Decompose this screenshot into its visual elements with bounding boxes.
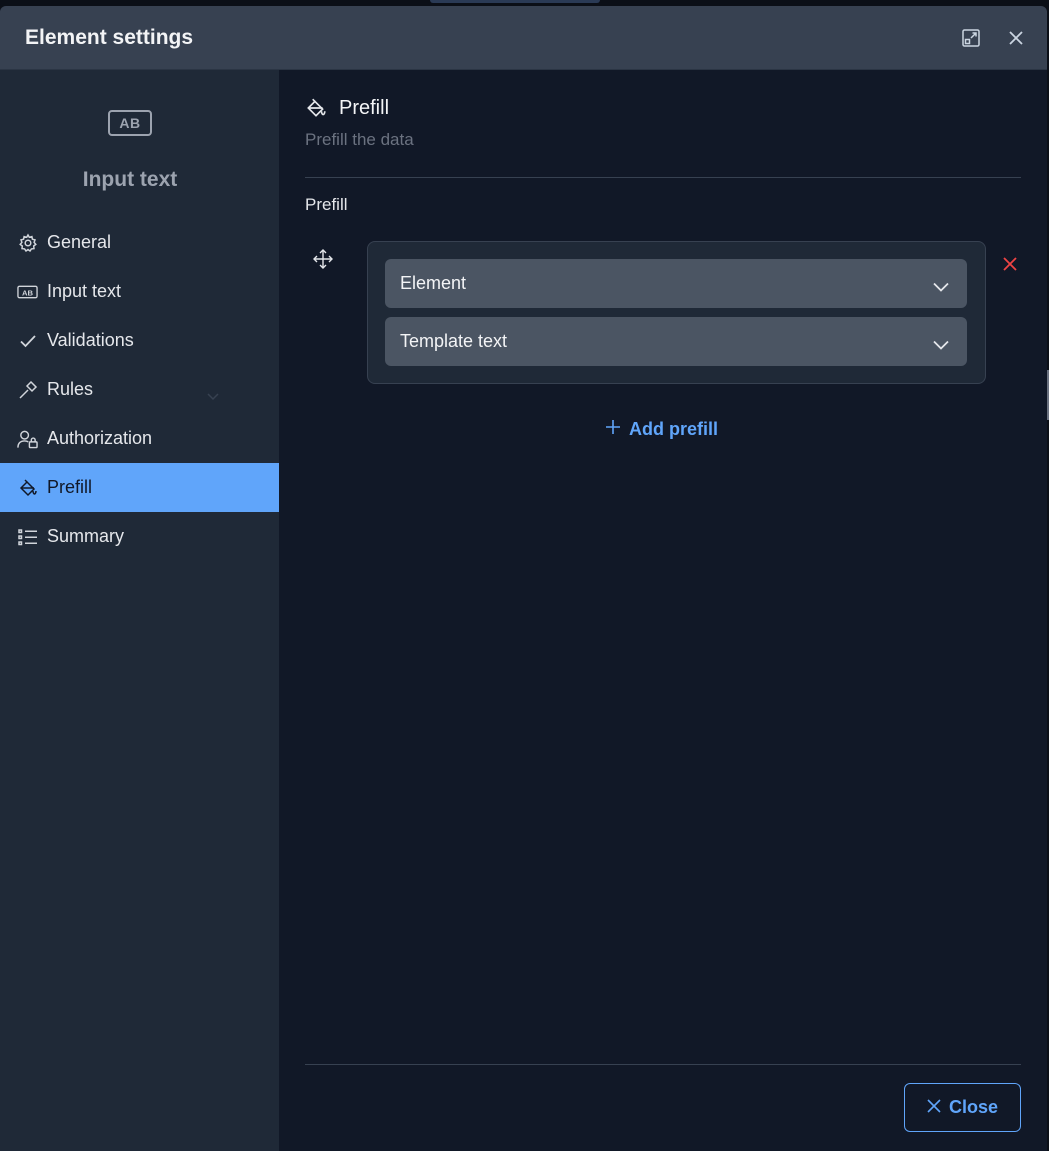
sidebar-item-general[interactable]: General	[0, 218, 279, 267]
close-button-label: Close	[948, 1097, 999, 1117]
expand-icon[interactable]	[959, 26, 983, 50]
footer-divider	[305, 1064, 1021, 1065]
sidebar-item-authorization[interactable]: Authorization	[0, 414, 279, 463]
sidebar-item-label: Rules	[47, 379, 94, 399]
svg-text:AB: AB	[22, 288, 34, 297]
prefill-type-select[interactable]: Template text	[385, 317, 967, 366]
modal-header: Element settings	[0, 6, 1047, 70]
section-title: Prefill	[339, 97, 390, 119]
chevron-down-icon	[207, 385, 219, 406]
paint-bucket-icon	[17, 477, 38, 498]
close-button[interactable]: Close	[904, 1083, 1021, 1132]
settings-nav: General AB Input text Validations Rules …	[0, 218, 279, 561]
remove-prefill-icon[interactable]	[1002, 256, 1018, 277]
select-value: Template text	[400, 331, 508, 351]
element-settings-modal: Element settings AB Input text General A…	[0, 6, 1047, 1151]
sidebar-item-validations[interactable]: Validations	[0, 316, 279, 365]
list-icon	[17, 526, 38, 547]
chevron-down-icon	[933, 334, 949, 355]
gear-icon	[17, 232, 38, 253]
prefill-source-select[interactable]: Element	[385, 259, 967, 308]
sidebar-item-label: Summary	[47, 526, 125, 546]
user-lock-icon	[17, 428, 38, 449]
close-icon	[927, 1097, 941, 1118]
close-icon[interactable]	[1004, 26, 1028, 50]
input-text-icon: AB	[17, 281, 38, 302]
settings-main-panel: Prefill Prefill the data Prefill Element…	[279, 70, 1047, 1151]
paint-bucket-icon	[305, 97, 327, 124]
sidebar-item-label: Authorization	[47, 428, 153, 448]
sidebar-item-summary[interactable]: Summary	[0, 512, 279, 561]
sidebar-item-label: Validations	[47, 330, 134, 350]
element-type-label: Input text	[82, 168, 178, 191]
check-icon	[17, 330, 38, 351]
section-divider	[305, 177, 1021, 178]
settings-sidebar: AB Input text General AB Input text Vali…	[0, 70, 279, 1151]
section-subtitle: Prefill the data	[305, 130, 414, 149]
sidebar-item-prefill[interactable]: Prefill	[0, 463, 279, 512]
select-value: Element	[400, 273, 467, 293]
modal-title: Element settings	[25, 26, 194, 49]
sidebar-item-input-text[interactable]: AB Input text	[0, 267, 279, 316]
window-top-tab	[430, 0, 600, 3]
plus-icon	[605, 419, 621, 440]
drag-handle-icon[interactable]	[313, 249, 333, 274]
hammer-icon	[17, 379, 38, 400]
chevron-down-icon	[933, 276, 949, 297]
sidebar-item-label: General	[47, 232, 112, 252]
add-prefill-button[interactable]: Add prefill	[605, 419, 718, 440]
element-type-badge: AB	[108, 110, 152, 136]
sidebar-item-label: Input text	[47, 281, 122, 301]
sidebar-item-rules[interactable]: Rules	[0, 365, 279, 414]
sidebar-item-label: Prefill	[47, 477, 93, 497]
add-prefill-label: Add prefill	[629, 419, 718, 439]
prefill-field-label: Prefill	[305, 195, 348, 214]
prefill-row-card: Element Template text	[367, 241, 986, 384]
